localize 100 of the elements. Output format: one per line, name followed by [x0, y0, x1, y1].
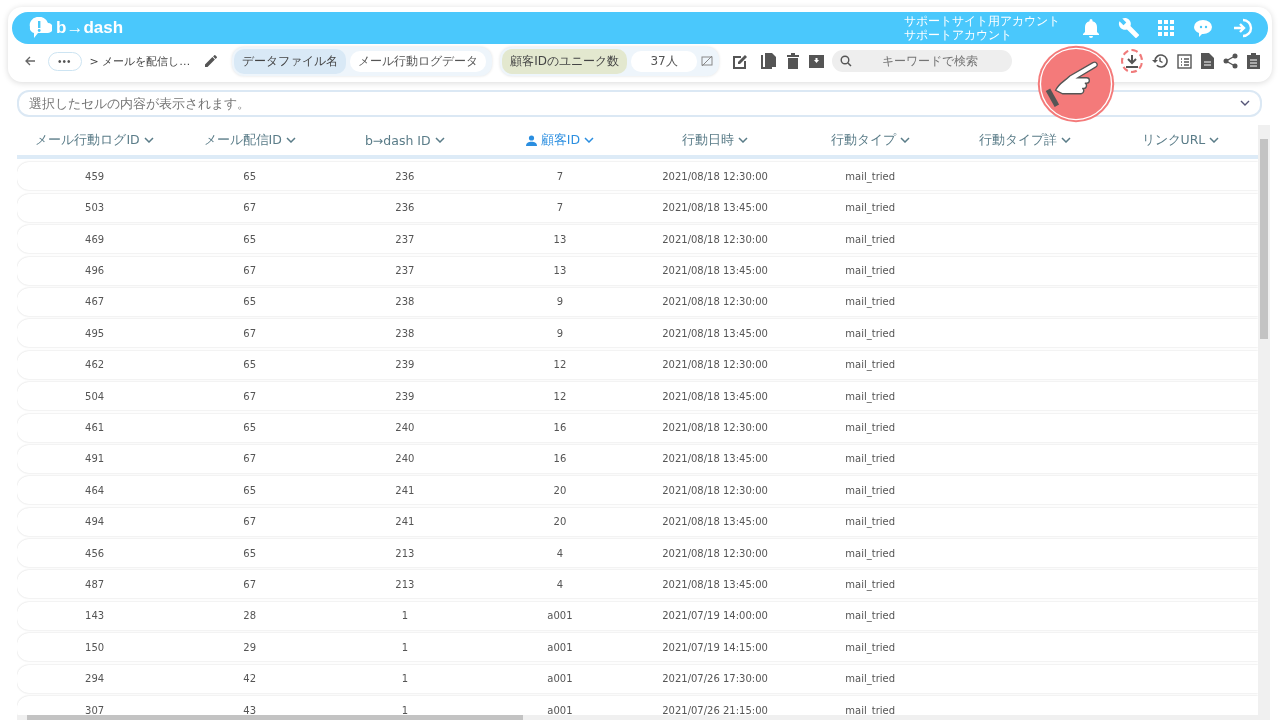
table-row[interactable]: 503 67 236 7 2021/08/18 13:45:00 mail_tried — [17, 193, 1258, 222]
table-cell: mail_tried — [845, 641, 896, 653]
table-cell: mail_tried — [845, 704, 896, 715]
table-cell: 67 — [243, 390, 257, 402]
table-cell: mail_tried — [845, 233, 896, 245]
table-cell: 20 — [553, 516, 567, 528]
table-cell: 2021/08/18 12:30:00 — [662, 296, 768, 308]
field-value: メール行動ログデータ — [350, 50, 487, 72]
share-icon[interactable] — [1223, 53, 1238, 69]
table-cell: 1 — [401, 641, 408, 653]
chevron-down-icon[interactable] — [1240, 100, 1250, 106]
table-cell: 12 — [553, 359, 567, 371]
table-row[interactable]: 459 65 236 7 2021/08/18 12:30:00 mail_tried — [17, 162, 1258, 191]
table-icon[interactable] — [1177, 53, 1192, 69]
person-icon — [525, 134, 537, 146]
table-cell: 2021/07/26 21:15:00 — [662, 704, 768, 715]
document-icon[interactable] — [1201, 53, 1214, 69]
table-cell: 43 — [243, 704, 257, 715]
table-cell: mail_tried — [845, 359, 896, 371]
table-row[interactable]: 143 28 1 a001 2021/07/19 14:00:00 mail_tried — [17, 601, 1258, 630]
table-row[interactable]: 464 65 241 20 2021/08/18 12:30:00 mail_tried — [17, 476, 1258, 505]
table-cell: 29 — [243, 641, 257, 653]
column-header[interactable]: b→dash ID — [327, 132, 483, 148]
table-cell: 4 — [556, 547, 564, 559]
field-value: 37人 — [631, 50, 697, 72]
table-cell: 237 — [395, 265, 415, 277]
archive-icon[interactable] — [809, 53, 824, 69]
more-button[interactable]: ••• — [48, 51, 82, 71]
table-cell: a001 — [547, 673, 573, 685]
table-cell: 2021/08/18 13:45:00 — [662, 327, 768, 339]
table-cell: 67 — [243, 202, 257, 214]
table-cell: mail_tried — [845, 673, 896, 685]
table-row[interactable]: 491 67 240 16 2021/08/18 13:45:00 mail_tried — [17, 444, 1258, 473]
table-cell: 1 — [401, 610, 408, 622]
vertical-scrollbar[interactable] — [1258, 125, 1270, 720]
table-cell: 464 — [85, 484, 105, 496]
table-cell: 65 — [243, 170, 257, 182]
table-cell: 2021/08/18 13:45:00 — [662, 453, 768, 465]
table-row[interactable]: 487 67 213 4 2021/08/18 13:45:00 mail_tried — [17, 570, 1258, 599]
table-cell: 2021/08/18 12:30:00 — [662, 484, 768, 496]
column-header[interactable]: 行動タイプ詳 — [947, 131, 1103, 149]
table-cell: 2021/08/18 12:30:00 — [662, 359, 768, 371]
table-row[interactable]: 495 67 238 9 2021/08/18 13:45:00 mail_tried — [17, 319, 1258, 348]
table-cell: 503 — [85, 202, 105, 214]
column-header[interactable]: 行動日時 — [637, 131, 793, 149]
search-field[interactable]: キーワードで検索 — [832, 50, 1012, 72]
hidden-icon[interactable] — [701, 55, 713, 67]
table-cell: 2021/07/19 14:00:00 — [662, 610, 768, 622]
field-label: データファイル名 — [234, 48, 347, 74]
column-header[interactable]: メール配信ID — [172, 131, 328, 149]
table-cell: 504 — [85, 390, 105, 402]
table-cell: mail_tried — [845, 202, 896, 214]
table-row[interactable]: 469 65 237 13 2021/08/18 12:30:00 mail_tried — [17, 225, 1258, 254]
table-cell: 239 — [395, 390, 415, 402]
clipboard-icon[interactable] — [1247, 53, 1260, 69]
column-header[interactable]: リンクURL — [1102, 131, 1258, 149]
table-cell: 2021/07/26 17:30:00 — [662, 673, 768, 685]
table-cell: 2021/07/19 14:15:00 — [662, 641, 768, 653]
table-cell: 213 — [395, 578, 415, 590]
column-header[interactable]: 行動タイプ — [792, 131, 948, 149]
table-row[interactable]: 462 65 239 12 2021/08/18 12:30:00 mail_tried — [17, 350, 1258, 379]
table-row[interactable]: 467 65 238 9 2021/08/18 12:30:00 mail_tried — [17, 287, 1258, 316]
table-cell: 9 — [556, 296, 564, 308]
column-header[interactable]: 顧客ID — [482, 131, 638, 149]
trash-icon[interactable] — [787, 53, 799, 69]
table-cell: 4 — [556, 578, 564, 590]
table-cell: a001 — [547, 641, 573, 653]
cell-content-field[interactable]: 選択したセルの内容が表示されます。 — [17, 90, 1262, 117]
table-cell: 67 — [243, 265, 257, 277]
table-cell: 491 — [85, 453, 105, 465]
table-row[interactable]: 307 43 1 a001 2021/07/26 21:15:00 mail_tried — [17, 696, 1258, 715]
copy-icon[interactable] — [760, 51, 777, 71]
table-cell: 42 — [243, 673, 257, 685]
table-cell: 143 — [85, 610, 105, 622]
table-cell: 238 — [395, 296, 415, 308]
table-row[interactable]: 496 67 237 13 2021/08/18 13:45:00 mail_tried — [17, 256, 1258, 285]
table-cell: 12 — [553, 390, 567, 402]
back-arrow-icon[interactable] — [24, 55, 36, 67]
table-cell: 236 — [395, 202, 415, 214]
table-row[interactable]: 294 42 1 a001 2021/07/26 17:30:00 mail_tried — [17, 664, 1258, 693]
pencil-icon[interactable] — [204, 54, 219, 68]
account-name: サポートアカウント — [904, 28, 1013, 42]
table-cell: 462 — [85, 359, 105, 371]
table-cell: 461 — [85, 422, 105, 433]
table-cell: mail_tried — [845, 484, 896, 496]
table-cell: 213 — [395, 547, 415, 559]
table-row[interactable]: 461 65 240 16 2021/08/18 12:30:00 mail_tried — [17, 413, 1258, 442]
table-cell: 65 — [243, 484, 257, 496]
download-icon[interactable] — [1121, 49, 1143, 73]
table-cell: 240 — [395, 422, 415, 433]
column-header[interactable]: メール行動ログID — [17, 131, 173, 149]
table-row[interactable]: 456 65 213 4 2021/08/18 12:30:00 mail_tried — [17, 539, 1258, 568]
table-cell: 2021/08/18 13:45:00 — [662, 578, 768, 590]
history-icon[interactable] — [1152, 53, 1168, 69]
table-row[interactable]: 150 29 1 a001 2021/07/19 14:15:00 mail_tried — [17, 633, 1258, 662]
table-cell: mail_tried — [845, 547, 896, 559]
table-row[interactable]: 504 67 239 12 2021/08/18 13:45:00 mail_tried — [17, 382, 1258, 411]
table-row[interactable]: 494 67 241 20 2021/08/18 13:45:00 mail_tried — [17, 507, 1258, 536]
breadcrumb[interactable]: > メールを配信し… — [89, 53, 191, 69]
table-cell: 65 — [243, 233, 257, 245]
